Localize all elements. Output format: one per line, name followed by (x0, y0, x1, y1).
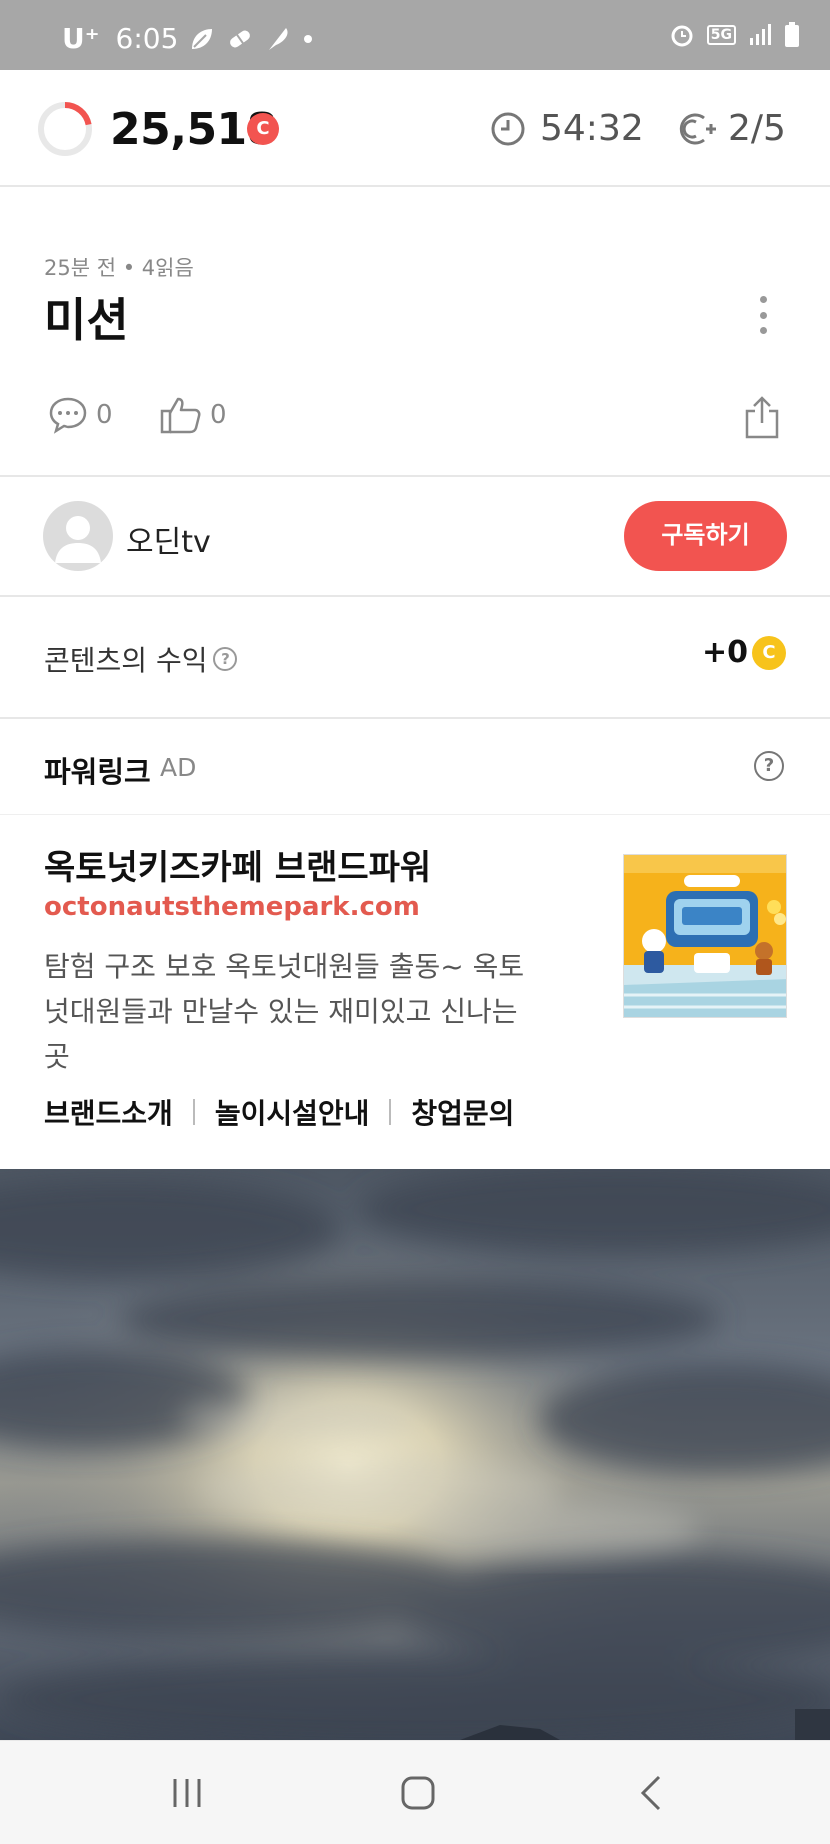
like-count: 0 (210, 400, 227, 430)
home-button[interactable] (393, 1771, 443, 1815)
coin-icon: C (247, 113, 279, 145)
mission-counter: 2/5 (678, 108, 786, 149)
recent-apps-button[interactable] (162, 1771, 212, 1815)
status-bar: U⁺ 6:05 5G (0, 0, 830, 70)
powerlink-header: 파워링크 AD ? (0, 719, 830, 814)
revenue-help-icon[interactable]: ? (213, 647, 238, 671)
thumbs-up-icon (160, 397, 201, 434)
coin-icon: C (752, 635, 786, 670)
leaf-icon (192, 28, 213, 49)
share-icon (745, 396, 779, 439)
default-avatar-icon (55, 516, 101, 563)
more-options-button[interactable] (748, 290, 778, 340)
ad-brand[interactable]: 옥토넛키즈카페 브랜드파워 (44, 840, 431, 889)
battery-icon (785, 22, 799, 47)
article-photo[interactable] (0, 1169, 830, 1740)
link-separator (389, 1099, 392, 1125)
author-row: 오딘tv 구독하기 (0, 477, 830, 595)
reward-header: 25,518 C 54:32 2/5 (0, 70, 830, 187)
article-meta: 25분 전 • 4읽음 (44, 256, 194, 280)
ad-help-icon[interactable]: ? (754, 751, 784, 781)
like-button[interactable]: 0 (160, 395, 227, 435)
avatar[interactable] (43, 501, 113, 571)
subscribe-button[interactable]: 구독하기 (624, 501, 787, 571)
revenue-label: 콘텐츠의 수익 (44, 644, 208, 677)
kids-cafe-image (624, 855, 786, 1017)
signal-icon (750, 24, 771, 45)
timer-value: 54:32 (540, 108, 644, 149)
author-name[interactable]: 오딘tv (126, 517, 211, 561)
feather-icon (269, 27, 288, 50)
back-icon (640, 1775, 661, 1811)
dot-icon (304, 34, 313, 43)
system-nav-bar (0, 1740, 830, 1844)
comment-count: 0 (96, 400, 113, 430)
ad-links: 브랜드소개 놀이시설안내 창업문의 (44, 1092, 514, 1132)
content-revenue-row: 콘텐츠의 수익 ? +0 C (0, 597, 830, 717)
ad-url[interactable]: octonautsthemepark.com (44, 892, 420, 922)
recent-apps-icon (173, 1779, 201, 1807)
ad-card[interactable]: 옥토넛키즈카페 브랜드파워 octonautsthemepark.com 탐험 … (0, 816, 830, 1168)
cloudy-sky-image (0, 1169, 830, 1740)
progress-ring (38, 102, 92, 156)
ad-link-franchise[interactable]: 창업문의 (411, 1092, 514, 1132)
divider (0, 814, 830, 815)
article-title: 미션 (44, 293, 129, 347)
coin-plus-icon (679, 113, 716, 144)
5g-icon: 5G (706, 25, 736, 45)
back-button[interactable] (626, 1771, 676, 1815)
powerlink-title: 파워링크 (44, 755, 151, 789)
more-dot (759, 327, 767, 334)
link-separator (192, 1099, 195, 1125)
clock-icon (491, 112, 525, 145)
pill-icon (230, 30, 251, 47)
status-time: 6:05 (115, 22, 179, 55)
counter-value: 2/5 (728, 108, 786, 149)
ad-link-facilities[interactable]: 놀이시설안내 (215, 1092, 370, 1132)
comment-icon (49, 397, 87, 434)
alarm-icon (671, 25, 693, 47)
more-dot (759, 296, 767, 303)
ad-tag: AD (160, 753, 197, 782)
ad-link-brand-intro[interactable]: 브랜드소개 (44, 1092, 173, 1132)
ad-thumbnail[interactable] (623, 854, 787, 1018)
share-button[interactable] (744, 395, 780, 439)
home-icon (401, 1776, 435, 1810)
article-actions: 0 0 (44, 395, 784, 445)
carrier-label: U⁺ (62, 22, 100, 55)
timer: 54:32 (490, 108, 644, 149)
more-dot (759, 311, 767, 319)
revenue-value: +0 (701, 635, 748, 670)
ad-description: 탐험 구조 보호 옥토넛대원들 출동~ 옥토넛대원들과 만날수 있는 재미있고 … (44, 950, 525, 1073)
comment-button[interactable]: 0 (48, 395, 113, 435)
